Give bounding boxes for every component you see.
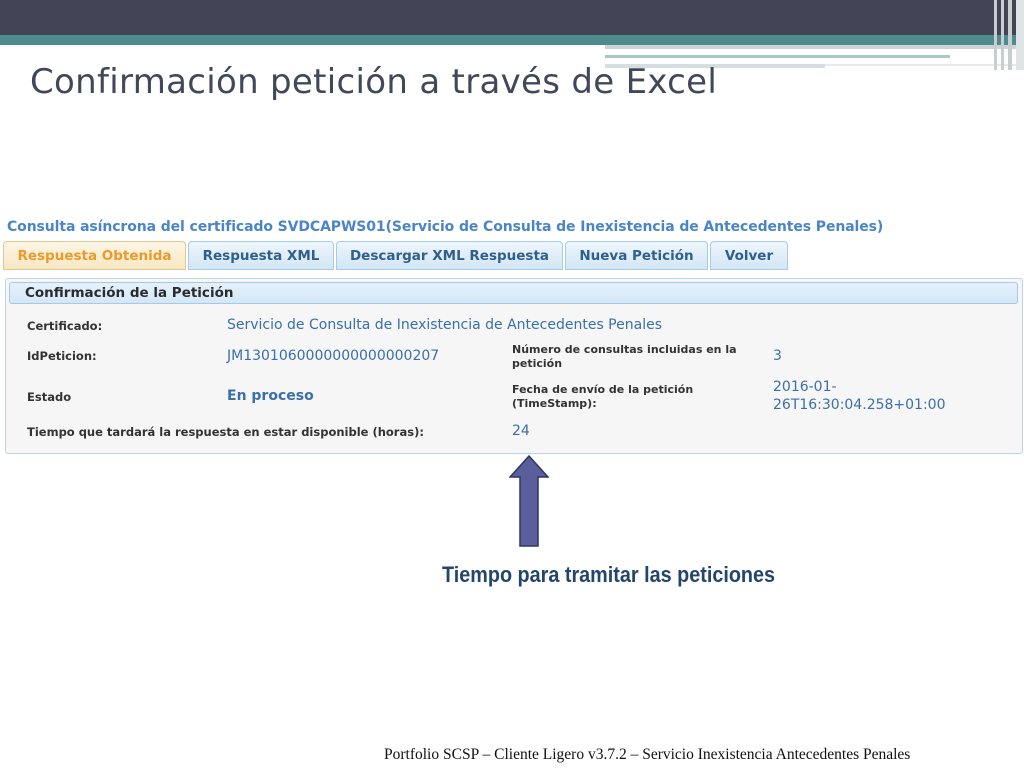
certificado-label: Certificado:: [27, 319, 103, 333]
corner-stripe: [1008, 0, 1012, 70]
app-page-title: Consulta asíncrona del certificado SVDCA…: [7, 219, 884, 235]
slide-title: Confirmación petición a través de Excel: [30, 62, 718, 102]
idpeticion-label: IdPeticion:: [27, 349, 97, 363]
tiempo-respuesta-value: 24: [512, 423, 530, 439]
fecha-envio-value-line1: 2016-01-: [773, 379, 837, 395]
idpeticion-value: JM1301060000000000000207: [227, 348, 440, 364]
num-consultas-label: Número de consultas incluidas en la peti…: [512, 343, 737, 370]
estado-value: En proceso: [227, 388, 314, 404]
tab-respuesta-xml[interactable]: Respuesta XML: [188, 241, 334, 270]
tab-respuesta-obtenida[interactable]: Respuesta Obtenida: [3, 241, 186, 270]
slide-footer: Portfolio SCSP – Cliente Ligero v3.7.2 –…: [384, 746, 911, 763]
tab-volver[interactable]: Volver: [710, 241, 788, 270]
tiempo-respuesta-label: Tiempo que tardará la respuesta en estar…: [27, 425, 424, 439]
panel-header: Confirmación de la Petición: [9, 282, 1018, 304]
header-accent-line: [605, 55, 950, 58]
up-arrow-icon: [509, 455, 549, 547]
fecha-envio-value-line2: 26T16:30:04.258+01:00: [773, 397, 946, 413]
annotation-caption: Tiempo para tramitar las peticiones: [442, 562, 776, 587]
fecha-envio-label: Fecha de envío de la petición (TimeStamp…: [512, 383, 694, 410]
confirmation-panel: Confirmación de la Petición Certificado:…: [5, 278, 1023, 454]
estado-label: Estado: [27, 390, 72, 404]
tab-nueva-peticion[interactable]: Nueva Petición: [565, 241, 708, 270]
header-band-dark: [0, 0, 1024, 35]
tab-descargar-xml-respuesta[interactable]: Descargar XML Respuesta: [336, 241, 563, 270]
certificado-value: Servicio de Consulta de Inexistencia de …: [227, 317, 662, 333]
num-consultas-value: 3: [773, 348, 782, 364]
corner-stripe: [1016, 0, 1024, 70]
corner-stripe: [1001, 0, 1004, 70]
corner-stripe: [994, 0, 997, 70]
header-band-teal: [0, 35, 1024, 45]
